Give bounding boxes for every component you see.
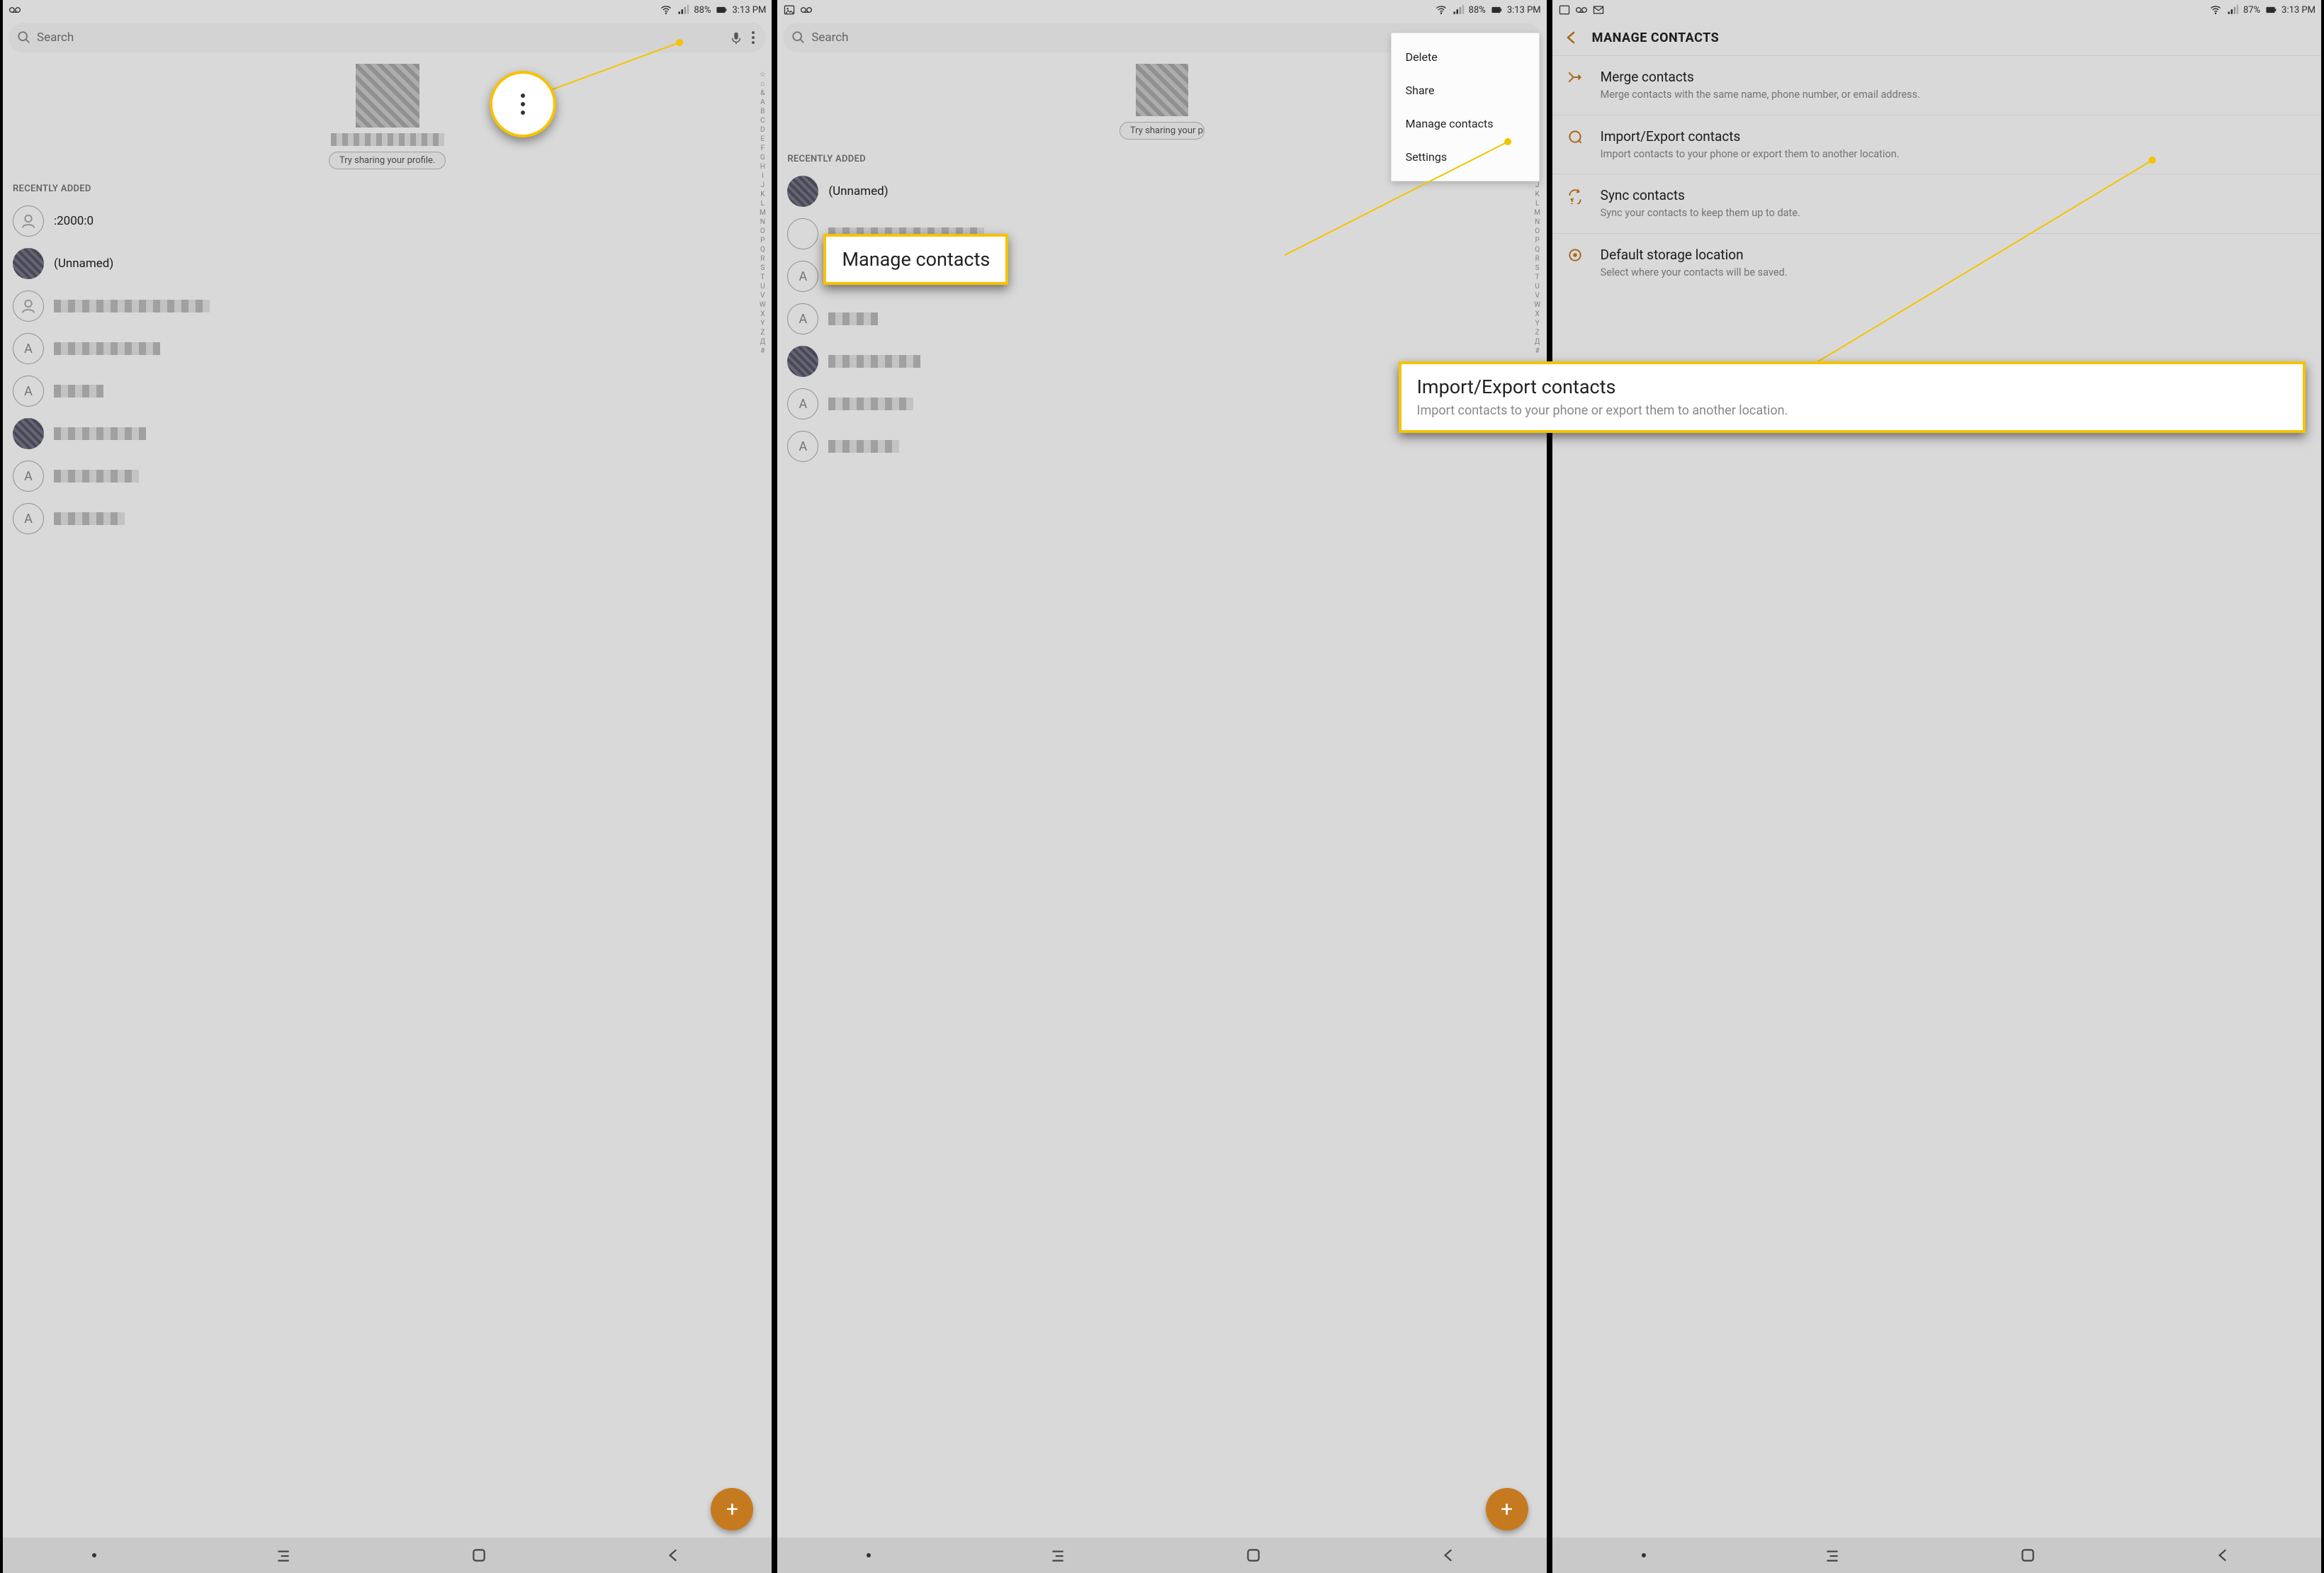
screen-manage-contacts: 87% 3:13 PM MANAGE CONTACTS Merge contac… xyxy=(1550,0,2324,1573)
screen-contacts-main: 88% 3:13 PM Try sharing your profile. RE… xyxy=(0,0,774,1573)
callout-title: Manage contacts xyxy=(842,248,990,271)
callout-subtitle: Import contacts to your phone or export … xyxy=(1417,402,2288,419)
callout-overflow xyxy=(490,71,556,137)
callout-import-export: Import/Export contacts Import contacts t… xyxy=(1399,361,2306,433)
screen-overflow-menu: 88% 3:13 PM Try sharing your profile. RE… xyxy=(774,0,1549,1573)
callout-title: Import/Export contacts xyxy=(1417,376,2288,398)
callout-manage-contacts: Manage contacts xyxy=(823,234,1008,285)
more-vert-icon xyxy=(518,91,528,118)
